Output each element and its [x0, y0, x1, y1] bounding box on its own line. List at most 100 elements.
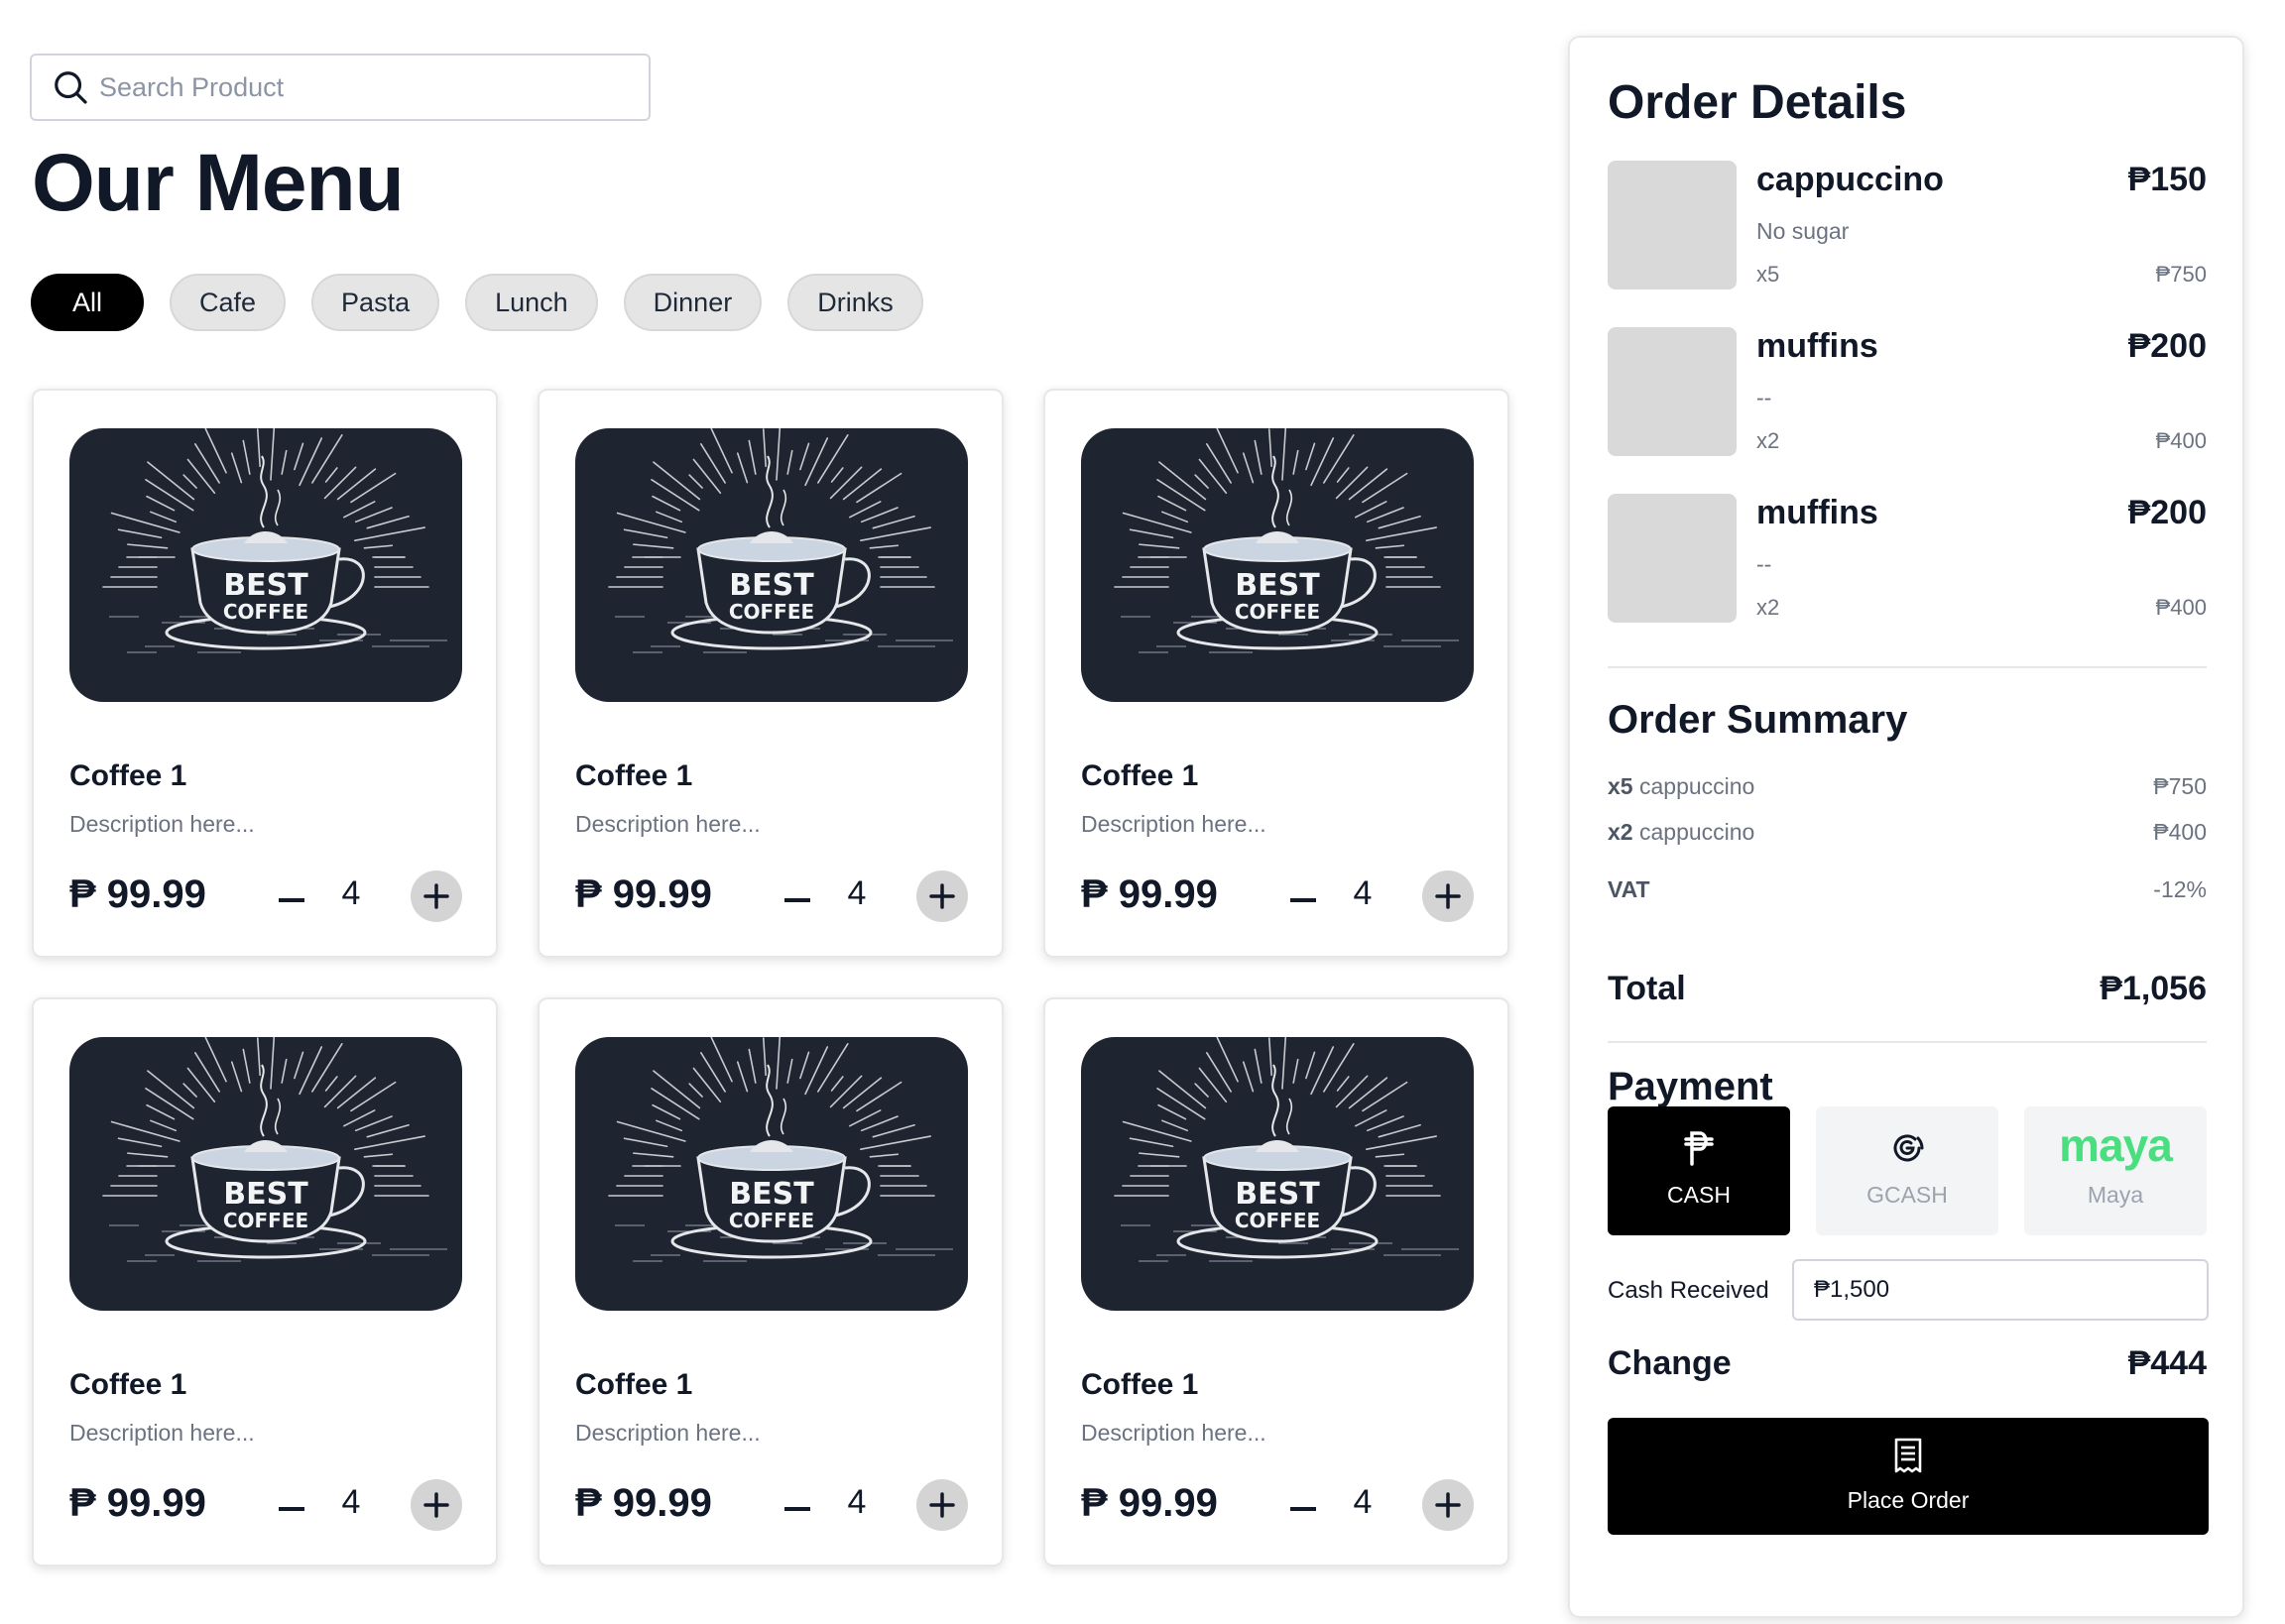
decrease-quantity-button[interactable] [272, 1489, 311, 1529]
change-label: Change [1608, 1344, 1732, 1382]
decrease-quantity-button[interactable] [1283, 880, 1323, 920]
product-quantity: 4 [847, 1483, 867, 1521]
product-image: BEST COFFEE [1081, 428, 1474, 702]
product-image-text: BEST [729, 568, 814, 603]
summary-line: x2 cappuccino ₱400 [1608, 819, 2207, 846]
cash-received-label: Cash Received [1608, 1277, 1769, 1304]
maya-logo: maya [2059, 1119, 2173, 1171]
payment-method-label: Maya [2087, 1182, 2144, 1208]
total-row: Total ₱1,056 [1608, 970, 2207, 1008]
product-quantity: 4 [1353, 1483, 1373, 1521]
increase-quantity-button[interactable] [1422, 870, 1474, 922]
increase-quantity-button[interactable] [1422, 1479, 1474, 1531]
increase-quantity-button[interactable] [916, 870, 968, 922]
order-item[interactable]: cappuccino ₱150 No sugar x5 ₱750 [1608, 161, 2207, 290]
product-card[interactable]: BEST COFFEE Coffee 1 Description here...… [32, 997, 498, 1566]
order-item[interactable]: muffins ₱200 -- x2 ₱400 [1608, 494, 2207, 623]
category-chip-all[interactable]: All [31, 274, 144, 331]
order-item-thumbnail [1608, 494, 1737, 623]
vat-row: VAT -12% [1608, 876, 2207, 903]
payment-method-maya[interactable]: maya Maya [2024, 1106, 2207, 1235]
place-order-button[interactable]: Place Order [1608, 1418, 2209, 1535]
order-summary-title: Order Summary [1608, 698, 1908, 742]
divider [1608, 1041, 2207, 1043]
pos-app: Our Menu All Cafe Pasta Lunch Dinner Dri… [0, 0, 2285, 1624]
product-image-text: BEST [1235, 1177, 1320, 1212]
place-order-label: Place Order [1847, 1487, 1970, 1513]
order-item[interactable]: muffins ₱200 -- x2 ₱400 [1608, 327, 2207, 456]
summary-line-amount: ₱400 [2153, 819, 2207, 845]
product-card[interactable]: BEST COFFEE Coffee 1 Description here...… [1043, 389, 1509, 958]
product-description: Description here... [69, 1420, 255, 1446]
order-item-subtotal: ₱750 [2155, 262, 2207, 287]
product-image-text: COFFEE [729, 600, 814, 624]
product-name: Coffee 1 [1081, 1368, 1199, 1401]
category-chip-cafe[interactable]: Cafe [170, 274, 287, 331]
product-image: BEST COFFEE [575, 1037, 968, 1311]
product-image-text: COFFEE [729, 1209, 814, 1232]
payment-method-label: GCASH [1866, 1182, 1948, 1208]
product-card[interactable]: BEST COFFEE Coffee 1 Description here...… [538, 389, 1004, 958]
decrease-quantity-button[interactable] [778, 1489, 817, 1529]
product-description: Description here... [1081, 1420, 1266, 1446]
product-image-text: BEST [729, 1177, 814, 1212]
cash-received-input[interactable] [1792, 1259, 2209, 1321]
category-chip-drinks[interactable]: Drinks [787, 274, 923, 331]
receipt-icon [1894, 1438, 1922, 1473]
product-card[interactable]: BEST COFFEE Coffee 1 Description here...… [538, 997, 1004, 1566]
summary-line-name: cappuccino [1638, 819, 1755, 845]
summary-line-qty: x2 [1608, 819, 1633, 845]
product-description: Description here... [69, 811, 255, 837]
product-description: Description here... [575, 1420, 761, 1446]
order-item-qty: x2 [1756, 428, 1780, 453]
search-bar[interactable] [30, 54, 651, 121]
coffee-cup-illustration: BEST COFFEE [1114, 428, 1459, 653]
category-chip-pasta[interactable]: Pasta [311, 274, 440, 331]
product-image-text: COFFEE [1235, 1209, 1320, 1232]
search-icon [55, 71, 87, 104]
payment-method-gcash[interactable]: GCASH [1816, 1106, 1998, 1235]
category-chip-lunch[interactable]: Lunch [465, 274, 598, 331]
product-price: ₱ 99.99 [575, 872, 712, 916]
product-name: Coffee 1 [575, 1368, 693, 1401]
order-item-thumbnail [1608, 327, 1737, 456]
product-grid: BEST COFFEE Coffee 1 Description here...… [32, 389, 1509, 1566]
order-item-subtotal: ₱400 [2155, 428, 2207, 453]
payment-method-cash[interactable]: CASH [1608, 1106, 1790, 1235]
product-card[interactable]: BEST COFFEE Coffee 1 Description here...… [32, 389, 498, 958]
plus-icon [929, 1492, 955, 1518]
product-name: Coffee 1 [69, 759, 187, 792]
product-image-text: COFFEE [223, 1209, 308, 1232]
product-quantity: 4 [847, 874, 867, 912]
category-chip-dinner[interactable]: Dinner [623, 274, 763, 331]
increase-quantity-button[interactable] [411, 1479, 462, 1531]
product-price: ₱ 99.99 [575, 1481, 712, 1525]
minus-icon [279, 1507, 304, 1511]
product-name: Coffee 1 [69, 1368, 187, 1401]
search-input[interactable] [99, 71, 615, 103]
product-price: ₱ 99.99 [1081, 872, 1218, 916]
product-image-text: BEST [1235, 568, 1320, 603]
order-item-name: muffins [1756, 327, 1878, 365]
plus-icon [929, 883, 955, 909]
decrease-quantity-button[interactable] [272, 880, 311, 920]
increase-quantity-button[interactable] [411, 870, 462, 922]
plus-icon [423, 883, 449, 909]
coffee-cup-illustration: BEST COFFEE [608, 1037, 953, 1262]
order-panel: Order Details cappuccino ₱150 No sugar x… [1568, 36, 2244, 1618]
product-image: BEST COFFEE [69, 428, 462, 702]
order-item-name: muffins [1756, 494, 1878, 531]
category-filter: All Cafe Pasta Lunch Dinner Drinks [31, 274, 923, 331]
order-item-note: -- [1756, 551, 1772, 577]
payment-title: Payment [1608, 1065, 1773, 1108]
increase-quantity-button[interactable] [916, 1479, 968, 1531]
product-price: ₱ 99.99 [69, 1481, 206, 1525]
decrease-quantity-button[interactable] [1283, 1489, 1323, 1529]
decrease-quantity-button[interactable] [778, 880, 817, 920]
order-item-thumbnail [1608, 161, 1737, 290]
product-card[interactable]: BEST COFFEE Coffee 1 Description here...… [1043, 997, 1509, 1566]
summary-line-name: cappuccino [1638, 773, 1755, 799]
plus-icon [1435, 1492, 1461, 1518]
order-item-qty: x5 [1756, 262, 1780, 287]
product-quantity: 4 [1353, 874, 1373, 912]
